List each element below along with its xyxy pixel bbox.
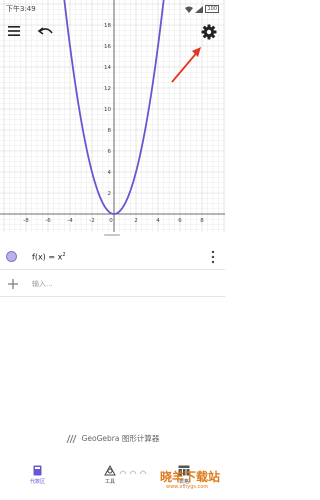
status-icons: 100 [185,5,219,13]
geogebra-logo-icon [66,434,77,443]
y-tick-label: 8 [108,128,112,134]
add-icon[interactable] [7,278,19,290]
menu-icon[interactable] [6,23,22,39]
x-tick-label: 2 [134,218,138,224]
watermark-text: 晓羊下载站 [160,470,221,484]
visibility-toggle-dot[interactable] [6,251,17,262]
wifi-icon [185,6,194,13]
x-tick-label: 4 [156,218,160,224]
x-tick-label: 8 [200,218,204,224]
settings-gear-icon[interactable] [199,22,219,42]
panel-drag-handle[interactable] [104,233,120,237]
x-tick-label: -4 [67,218,73,224]
y-tick-label: 2 [108,191,112,197]
tools-tab-icon [104,465,116,476]
graphics-view[interactable]: -8 -6 -4 -2 0 2 4 6 8 2 4 6 8 10 12 14 16 18 [0,0,225,232]
undo-icon[interactable] [37,23,55,39]
y-tick-label: 16 [104,44,111,50]
watermark-url: www.xfhygs.com [166,484,209,490]
tab-tools[interactable]: 工具 [104,465,116,485]
algebra-input-row[interactable]: 输入... [0,271,225,297]
y-tick-label: 14 [104,65,111,71]
x-tick-label: 6 [178,218,182,224]
loading-spinner-icon [119,470,147,475]
battery-icon: 100 [205,5,219,13]
status-bar: 下午3:49 100 [0,0,225,18]
x-tick-label: 0 [109,218,113,224]
function-expression[interactable]: f(x) = x2 [32,252,66,262]
input-placeholder[interactable]: 输入... [32,279,53,289]
graph-canvas[interactable]: -8 -6 -4 -2 0 2 4 6 8 2 4 6 8 10 12 14 16 18 [0,0,225,232]
signal-icon [195,5,204,13]
y-tick-label: 12 [104,86,111,92]
x-tick-label: -6 [45,218,51,224]
y-tick-label: 4 [108,170,112,176]
tab-algebra[interactable]: 代数区 [30,465,45,485]
y-tick-label: 6 [108,149,112,155]
more-options-icon[interactable] [211,250,215,264]
annotation-arrow [171,47,201,83]
status-time: 下午3:49 [6,5,36,13]
brand-name: GeoGebra 图形计算器 [81,434,160,443]
y-tick-label: 18 [104,23,111,29]
algebra-row-function[interactable]: f(x) = x2 [0,244,225,270]
y-tick-label: 10 [104,107,111,113]
brand-footer: GeoGebra 图形计算器 [0,433,225,444]
algebra-tab-icon [33,465,42,476]
x-tick-label: -8 [23,218,29,224]
x-tick-label: -2 [89,218,94,224]
